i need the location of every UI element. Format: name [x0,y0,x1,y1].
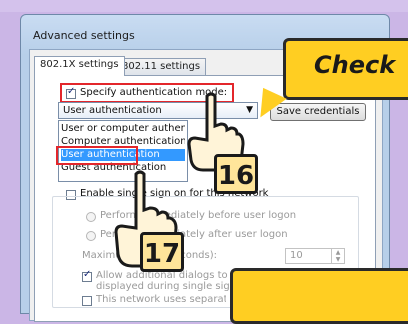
separate-vlan-checkbox[interactable] [82,296,92,306]
stepper-arrows-icon[interactable]: ▲ ▼ [331,249,344,263]
auth-option-user-or-computer[interactable]: User or computer authentication [61,123,185,135]
max-delay-stepper[interactable]: 10 ▲ ▼ [285,248,345,264]
bottom-callout [230,268,408,324]
step-badge-16: 16 [214,154,258,194]
callout-text: Check [314,51,396,79]
step-badge-17: 17 [140,232,184,272]
perform-before-logon-radio[interactable] [86,212,96,222]
tab-8021x-settings[interactable]: 802.1X settings [34,56,125,76]
allow-additional-dialogs-checkbox[interactable] [82,269,92,282]
tab-80211-settings[interactable]: 802.11 settings [116,58,207,76]
max-delay-value: 10 [290,250,303,261]
background-band [0,0,408,12]
user-auth-highlight [56,146,138,165]
allow-additional-dialogs-label: Allow additional dialogs to be displayed… [96,270,243,292]
auth-mode-dropdown-value: User authentication [63,105,162,116]
perform-after-logon-radio[interactable] [86,231,96,241]
check-callout: Check [283,38,408,100]
separate-vlan-label: This network uses separate virtual LANs … [96,294,226,305]
window-title: Advanced settings [33,29,135,42]
save-credentials-button[interactable]: Save credentials [270,103,366,121]
